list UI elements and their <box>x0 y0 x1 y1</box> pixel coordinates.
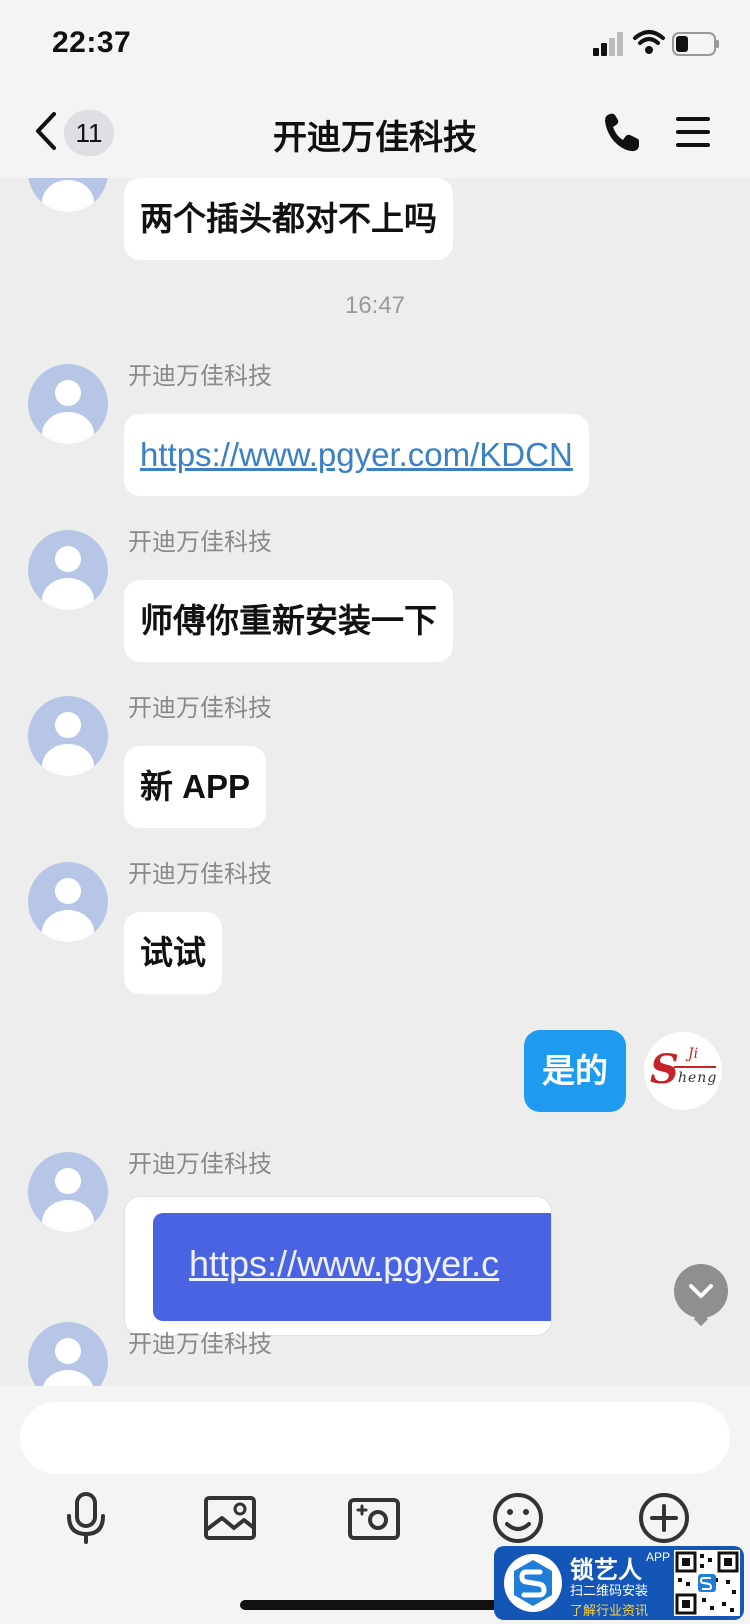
message-input[interactable] <box>20 1402 730 1474</box>
self-avatar[interactable]: S Ji heng <box>644 1032 722 1110</box>
status-time: 22:37 <box>52 26 132 59</box>
sender-avatar[interactable] <box>28 530 108 610</box>
nav-bar: 11 开迪万佳科技 <box>0 88 750 178</box>
avatar-logo-letter: S <box>650 1046 679 1093</box>
avatar-logo-line <box>674 1066 716 1068</box>
watermark-line-2: 了解行业资讯 <box>570 1603 649 1618</box>
image-message[interactable]: https://www.pgyer.c <box>124 1196 552 1336</box>
message-bubble[interactable]: 两个插头都对不上吗 <box>124 178 453 260</box>
sender-avatar[interactable] <box>28 178 108 212</box>
watermark-logo-icon <box>504 1554 562 1612</box>
sender-name: 开迪万佳科技 <box>128 861 272 888</box>
scroll-to-bottom-button[interactable] <box>674 1264 728 1318</box>
avatar-logo-ji: Ji <box>688 1046 699 1062</box>
chevron-down-icon <box>689 1284 713 1298</box>
image-preview-text: https://www.pgyer.c <box>189 1243 500 1284</box>
sender-name: 开迪万佳科技 <box>128 363 272 390</box>
sender-name: 开迪万佳科技 <box>128 695 272 722</box>
sender-avatar[interactable] <box>28 862 108 942</box>
phone-icon[interactable] <box>602 110 642 154</box>
sender-avatar[interactable] <box>28 364 108 444</box>
message-link[interactable]: https://www.pgyer.com/KDCN <box>140 436 573 473</box>
timestamp: 16:47 <box>344 292 406 319</box>
message-bubble[interactable]: 新 APP <box>124 746 267 828</box>
home-indicator[interactable] <box>240 1600 510 1610</box>
chat-list[interactable]: 两个插头都对不上吗 16:47 开迪万佳科技 https://www.pgyer… <box>0 178 750 1386</box>
plus-icon[interactable] <box>636 1490 692 1546</box>
watermark-app-label: APP <box>646 1550 671 1564</box>
sender-name: 开迪万佳科技 <box>128 1151 272 1178</box>
qr-code-icon <box>674 1550 740 1616</box>
message-bubble[interactable]: https://www.pgyer.com/KDCN <box>124 414 589 496</box>
sender-avatar[interactable] <box>28 696 108 776</box>
sender-avatar[interactable] <box>28 1322 108 1386</box>
sender-name: 开迪万佳科技 <box>128 1331 272 1358</box>
sender-avatar[interactable] <box>28 1152 108 1232</box>
message-bubble[interactable]: 试试 <box>124 912 222 994</box>
avatar-logo-heng: heng <box>678 1070 718 1086</box>
image-icon[interactable] <box>202 1490 258 1546</box>
self-message-bubble[interactable]: 是的 <box>524 1030 626 1112</box>
camera-icon[interactable] <box>346 1490 402 1546</box>
battery-icon <box>672 32 719 56</box>
cellular-signal-icon <box>593 32 623 56</box>
status-bar: 22:37 <box>0 0 750 88</box>
message-bubble[interactable]: 师傅你重新安装一下 <box>124 580 453 662</box>
menu-icon[interactable] <box>674 114 712 150</box>
microphone-icon[interactable] <box>58 1490 114 1546</box>
watermark-line-1: 扫二维码安装 <box>570 1583 649 1598</box>
wifi-icon <box>633 30 665 54</box>
image-preview: https://www.pgyer.c <box>153 1213 551 1321</box>
emoji-icon[interactable] <box>490 1490 546 1546</box>
watermark-banner: 锁艺人 APP 扫二维码安装 了解行业资讯 <box>494 1546 744 1620</box>
sender-name: 开迪万佳科技 <box>128 529 272 556</box>
